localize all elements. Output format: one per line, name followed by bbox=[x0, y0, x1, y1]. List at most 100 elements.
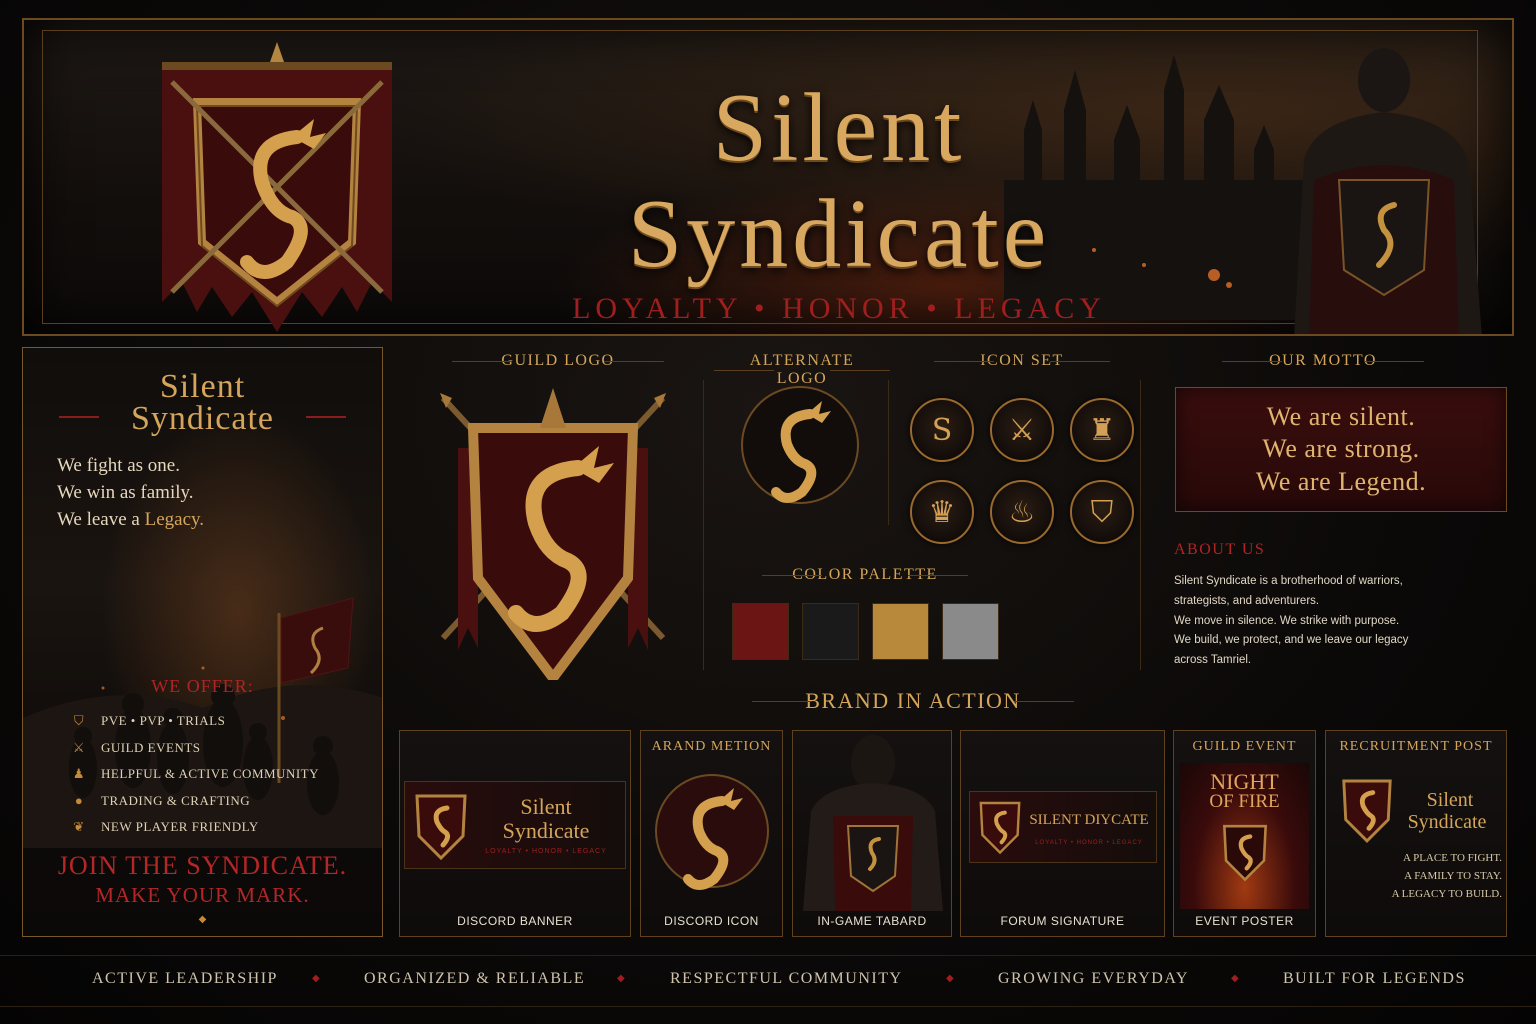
motto-box: We are silent. We are strong. We are Leg… bbox=[1175, 387, 1507, 512]
recruitment-title2: Syndicate bbox=[1407, 811, 1487, 833]
recruitment-line: A LEGACY TO BUILD. bbox=[1391, 888, 1502, 900]
card-header: GUILD EVENT bbox=[1192, 739, 1297, 754]
sprout-icon: ❦ bbox=[73, 819, 85, 835]
crossed-swords-icon: ⚔ bbox=[72, 739, 86, 755]
poster-rule-right bbox=[306, 416, 346, 418]
poster-cta-line1: JOIN THE SYNDICATE. bbox=[57, 851, 348, 880]
swatch-gold bbox=[872, 603, 929, 660]
card-caption: IN-GAME TABARD bbox=[817, 914, 927, 928]
recruitment-lines: A PLACE TO FIGHT. A FAMILY TO STAY. A LE… bbox=[1386, 849, 1502, 903]
divider bbox=[1140, 380, 1141, 670]
recruitment-poster: Silent Syndicate We fight as one. We win… bbox=[22, 347, 383, 937]
crossed-swords-glyph: ⚔ bbox=[1008, 412, 1036, 448]
event-poster-preview: NIGHT OF FIRE bbox=[1180, 763, 1309, 909]
card-discord-banner: Silent Syndicate LOYALTY • HONOR • LEGAC… bbox=[399, 730, 631, 937]
castle-icon: ♜ bbox=[1070, 398, 1134, 462]
dragon-shield-banner bbox=[162, 42, 392, 332]
poster-cta-line2: MAKE YOUR MARK. bbox=[95, 883, 310, 907]
footer-item: BUILT FOR LEGENDS bbox=[1283, 970, 1466, 987]
card-caption: DISCORD BANNER bbox=[457, 914, 573, 928]
discord-banner-tagline: LOYALTY • HONOR • LEGACY bbox=[485, 848, 607, 855]
diamond-separator-icon: ◆ bbox=[946, 973, 954, 984]
about-line: Silent Syndicate is a brotherhood of war… bbox=[1174, 575, 1403, 587]
recruitment-line: A FAMILY TO STAY. bbox=[1404, 870, 1502, 882]
section-guild-logo: GUILD LOGO bbox=[452, 352, 664, 370]
poster-creed: We fight as one. We win as family. We le… bbox=[57, 452, 357, 533]
footer-item: ACTIVE LEADERSHIP bbox=[92, 970, 278, 987]
divider bbox=[703, 380, 704, 670]
about-line: strategists, and adventurers. bbox=[1174, 594, 1320, 607]
shield-icon bbox=[1342, 779, 1392, 843]
poster-title-line2: Syndicate bbox=[130, 400, 275, 437]
diamond-separator-icon: ◆ bbox=[312, 973, 320, 984]
crossed-swords-icon: ⚔ bbox=[990, 398, 1054, 462]
discord-banner-preview: Silent Syndicate LOYALTY • HONOR • LEGAC… bbox=[404, 781, 626, 869]
footer-item: ORGANIZED & RELIABLE bbox=[364, 970, 586, 987]
card-header: RECRUITMENT POST bbox=[1339, 739, 1493, 754]
recruitment-line: A PLACE TO FIGHT. bbox=[1402, 852, 1502, 864]
forum-signature-tagline: LOYALTY • HONOR • LEGACY bbox=[1035, 840, 1143, 846]
about-line: We build, we protect, and we leave our l… bbox=[1174, 634, 1409, 647]
flame-icon: ♨ bbox=[990, 480, 1054, 544]
section-brand-in-action: BRAND IN ACTION bbox=[752, 688, 1074, 714]
discord-banner-title1: Silent bbox=[520, 794, 572, 819]
banner-tagline: LOYALTY • HONOR • LEGACY bbox=[572, 292, 1106, 325]
banner-title-line1: Silent bbox=[712, 74, 966, 182]
forum-signature-preview: SILENT DIYCATE LOYALTY • HONOR • LEGACY bbox=[969, 791, 1157, 863]
shield-icon bbox=[1222, 824, 1268, 882]
list-item: ❦ NEW PLAYER FRIENDLY bbox=[69, 814, 359, 841]
guild-logo-emblem bbox=[440, 388, 666, 680]
about-text: Silent Syndicate is a brotherhood of war… bbox=[1174, 572, 1494, 671]
knight-figure bbox=[1294, 48, 1482, 334]
motto-line1: We are silent. bbox=[1266, 402, 1416, 431]
diamond-ornament-icon: ◆ bbox=[198, 914, 207, 925]
card-event-poster: GUILD EVENT NIGHT OF FIRE EVENT POSTER bbox=[1173, 730, 1316, 937]
card-tabard: IN-GAME TABARD bbox=[792, 730, 952, 937]
shield-icon bbox=[979, 801, 1021, 855]
offer-label: PVE • PVP • TRIALS bbox=[101, 713, 226, 729]
section-color-palette: COLOR PALETTE bbox=[762, 566, 968, 584]
footer-item: GROWING EVERYDAY bbox=[998, 970, 1189, 987]
recruitment-title1: Silent bbox=[1426, 789, 1474, 811]
section-icon-set: ICON SET bbox=[934, 352, 1110, 370]
helmet-glyph: ⛉ bbox=[1090, 494, 1114, 530]
motto-line3: We are Legend. bbox=[1255, 467, 1427, 496]
swatch-crimson bbox=[732, 603, 789, 660]
card-caption: EVENT POSTER bbox=[1195, 914, 1294, 928]
card-header: ARAND METION bbox=[651, 739, 772, 754]
poster-creed-line2: We win as family. bbox=[57, 482, 194, 503]
offer-label: HELPFUL & ACTIVE COMMUNITY bbox=[101, 766, 319, 782]
dragon-icon: S bbox=[910, 398, 974, 462]
card-caption: FORUM SIGNATURE bbox=[1000, 914, 1125, 928]
card-caption: DISCORD ICON bbox=[664, 914, 759, 928]
offer-label: NEW PLAYER FRIENDLY bbox=[101, 819, 259, 835]
section-our-motto: OUR MOTTO bbox=[1222, 352, 1424, 370]
about-line: We move in silence. We strike with purpo… bbox=[1174, 614, 1400, 627]
offer-label: GUILD EVENTS bbox=[101, 739, 201, 755]
flame-glyph: ♨ bbox=[1008, 494, 1036, 530]
card-discord-icon: ARAND METION DISCORD ICON bbox=[640, 730, 783, 937]
diamond-separator-icon: ◆ bbox=[1231, 973, 1239, 984]
about-title: ABOUT US bbox=[1174, 541, 1266, 558]
poster-offer-list: ⛉ PVE • PVP • TRIALS ⚔ GUILD EVENTS ♟ HELPF… bbox=[69, 708, 359, 841]
swatch-black bbox=[802, 603, 859, 660]
list-item: ⛉ PVE • PVP • TRIALS bbox=[69, 708, 359, 735]
list-item: ⚔ GUILD EVENTS bbox=[69, 735, 359, 762]
helmet-icon: ⛉ bbox=[1070, 480, 1134, 544]
dragon-icon bbox=[655, 774, 769, 890]
poster-offer-title: WE OFFER: bbox=[151, 676, 254, 696]
shield-icon bbox=[415, 794, 467, 861]
crown-icon: ♛ bbox=[910, 480, 974, 544]
discord-banner-title2: Syndicate bbox=[502, 818, 590, 843]
castle-glyph: ♜ bbox=[1088, 412, 1116, 448]
dragon-glyph: S bbox=[931, 412, 953, 448]
poster-creed-line3-text: We leave a bbox=[57, 509, 145, 530]
helmet-icon: ⛉ bbox=[73, 713, 85, 729]
top-banner: Silent Syndicate LOYALTY • HONOR • LEGAC… bbox=[22, 18, 1514, 336]
poster-rule-left bbox=[59, 416, 99, 418]
poster-creed-line1: We fight as one. bbox=[57, 455, 180, 476]
diamond-separator-icon: ◆ bbox=[617, 973, 625, 984]
tabard-figure bbox=[803, 735, 943, 911]
swatch-silver bbox=[942, 603, 999, 660]
card-forum-signature: SILENT DIYCATE LOYALTY • HONOR • LEGACY … bbox=[960, 730, 1165, 937]
